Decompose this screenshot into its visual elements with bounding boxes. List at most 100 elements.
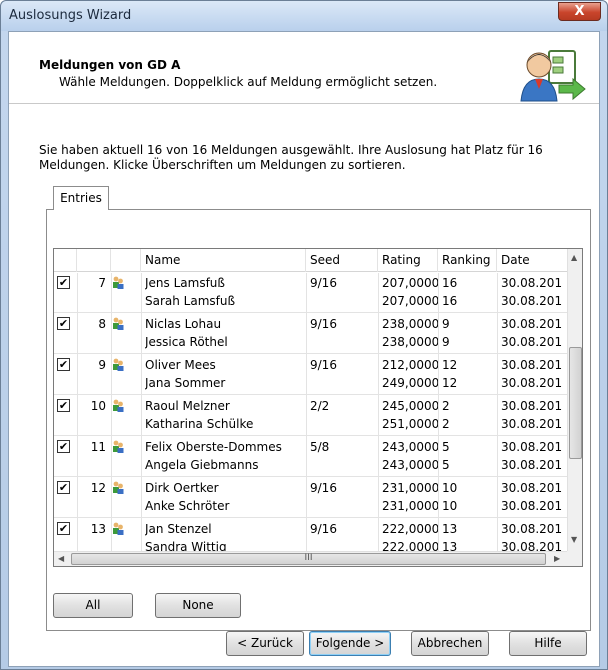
cell-date: 30.08.201 xyxy=(501,522,563,536)
header-icon-col xyxy=(111,249,141,272)
column-separator xyxy=(306,273,307,560)
wizard-window: Auslosungs Wizard X Meldungen von GD A W… xyxy=(0,0,608,670)
entries-grid[interactable]: Name Seed Rating Ranking Date ✔ 7 Jens Lam… xyxy=(53,248,583,567)
doubles-pair-icon xyxy=(113,440,124,453)
cell-ranking: 12 xyxy=(442,376,458,390)
cell-date: 30.08.201 xyxy=(501,499,563,513)
cell-rating: 207,0000 xyxy=(382,294,440,308)
wizard-users-icon xyxy=(520,50,586,102)
row-number: 11 xyxy=(90,440,106,454)
row-checkbox[interactable]: ✔ xyxy=(57,358,70,371)
scroll-up-icon[interactable]: ▲ xyxy=(571,253,577,262)
cell-name: Oliver Mees xyxy=(145,358,216,372)
scroll-left-icon[interactable]: ◀ xyxy=(58,554,64,563)
table-row[interactable]: ✔ 10 Raoul Melzner 245,0000 2 30.08.201 Kathar… xyxy=(54,396,568,436)
cell-name: Angela Giebmanns xyxy=(145,458,259,472)
column-header-seed[interactable]: Seed xyxy=(306,249,378,272)
table-row[interactable]: ✔ 11 Felix Oberste-Dommes 243,0000 5 30.08.20… xyxy=(54,437,568,477)
cell-seed: 2/2 xyxy=(310,399,330,413)
column-separator xyxy=(378,273,379,560)
cell-date: 30.08.201 xyxy=(501,458,563,472)
cell-rating: 212,0000 xyxy=(382,358,440,372)
cell-rating: 243,0000 xyxy=(382,440,440,454)
select-none-button[interactable]: None xyxy=(155,593,241,618)
doubles-pair-icon xyxy=(113,276,124,289)
row-checkbox[interactable]: ✔ xyxy=(57,522,70,535)
row-checkbox[interactable]: ✔ xyxy=(57,481,70,494)
column-header-ranking[interactable]: Ranking xyxy=(438,249,497,272)
next-button[interactable]: Folgende > xyxy=(309,631,391,656)
cell-ranking: 10 xyxy=(442,499,458,513)
column-separator xyxy=(141,273,142,560)
cell-date: 30.08.201 xyxy=(501,317,563,331)
table-row[interactable]: ✔ 8 Niclas Lohau 238,0000 9 30.08.201 Jessica … xyxy=(54,314,568,354)
wizard-header: Meldungen von GD A Wähle Meldungen. Dopp… xyxy=(9,32,599,104)
column-header-name[interactable]: Name xyxy=(141,249,306,272)
cell-name: Dirk Oertker xyxy=(145,481,219,495)
page-title: Meldungen von GD A xyxy=(39,58,181,72)
cell-ranking: 2 xyxy=(442,417,450,431)
scroll-corner xyxy=(567,551,582,566)
doubles-pair-icon xyxy=(113,317,124,330)
entries-tab-panel: Name Seed Rating Ranking Date ✔ 7 Jens Lam… xyxy=(46,209,591,631)
cell-name: Jana Sommer xyxy=(145,376,226,390)
row-checkbox[interactable]: ✔ xyxy=(57,317,70,330)
horizontal-scrollbar[interactable]: ◀ III ▶ xyxy=(54,551,568,566)
cell-date: 30.08.201 xyxy=(501,335,563,349)
scroll-down-icon[interactable]: ▼ xyxy=(571,535,577,544)
select-all-button[interactable]: All xyxy=(53,593,133,618)
header-check-col xyxy=(54,249,77,272)
row-checkbox[interactable]: ✔ xyxy=(57,440,70,453)
column-separator xyxy=(497,273,498,560)
column-header-date[interactable]: Date xyxy=(497,249,568,272)
window-title: Auslosungs Wizard xyxy=(9,8,132,23)
table-row[interactable]: ✔ 7 Jens Lamsfuß 207,0000 16 30.08.201 Sarah L… xyxy=(54,273,568,313)
selection-info-text: Sie haben aktuell 16 von 16 Meldungen au… xyxy=(39,143,543,172)
cell-ranking: 13 xyxy=(442,522,458,536)
cell-name: Niclas Lohau xyxy=(145,317,222,331)
row-number: 7 xyxy=(98,276,106,290)
cell-ranking: 9 xyxy=(442,317,450,331)
cell-rating: 243,0000 xyxy=(382,458,440,472)
table-row[interactable]: ✔ 9 Oliver Mees 212,0000 12 30.08.201 Jana Som… xyxy=(54,355,568,395)
cell-seed: 9/16 xyxy=(310,481,337,495)
close-button[interactable]: X xyxy=(558,2,601,21)
cell-rating: 231,0000 xyxy=(382,481,440,495)
vertical-scrollbar[interactable]: ▲ ▼ xyxy=(567,249,582,551)
row-number: 13 xyxy=(90,522,106,536)
cell-ranking: 5 xyxy=(442,440,450,454)
cell-seed: 9/16 xyxy=(310,317,337,331)
cell-ranking: 9 xyxy=(442,335,450,349)
doubles-pair-icon xyxy=(113,358,124,371)
cell-ranking: 5 xyxy=(442,458,450,472)
cell-rating: 238,0000 xyxy=(382,317,440,331)
row-checkbox[interactable]: ✔ xyxy=(57,399,70,412)
row-checkbox[interactable]: ✔ xyxy=(57,276,70,289)
horizontal-scroll-thumb[interactable]: III xyxy=(71,553,546,565)
cell-date: 30.08.201 xyxy=(501,417,563,431)
table-row[interactable]: ✔ 12 Dirk Oertker 231,0000 10 30.08.201 Anke S… xyxy=(54,478,568,518)
header-num-col xyxy=(77,249,111,272)
cell-ranking: 12 xyxy=(442,358,458,372)
doubles-pair-icon xyxy=(113,399,124,412)
tab-entries[interactable]: Entries xyxy=(53,186,109,210)
cell-date: 30.08.201 xyxy=(501,481,563,495)
doubles-pair-icon xyxy=(113,481,124,494)
cell-rating: 249,0000 xyxy=(382,376,440,390)
back-button[interactable]: < Zurück xyxy=(226,631,304,656)
cell-name: Jessica Röthel xyxy=(145,335,228,349)
row-number: 12 xyxy=(90,481,106,495)
cell-ranking: 10 xyxy=(442,481,458,495)
cancel-button[interactable]: Abbrechen xyxy=(411,631,489,656)
row-number: 9 xyxy=(98,358,106,372)
help-button[interactable]: Hilfe xyxy=(509,631,587,656)
cell-rating: 251,0000 xyxy=(382,417,440,431)
cell-date: 30.08.201 xyxy=(501,440,563,454)
scroll-right-icon[interactable]: ▶ xyxy=(554,554,560,563)
cell-rating: 245,0000 xyxy=(382,399,440,413)
cell-ranking: 16 xyxy=(442,294,458,308)
cell-date: 30.08.201 xyxy=(501,358,563,372)
vertical-scroll-thumb[interactable] xyxy=(569,347,582,459)
column-header-rating[interactable]: Rating xyxy=(378,249,438,272)
cell-rating: 238,0000 xyxy=(382,335,440,349)
